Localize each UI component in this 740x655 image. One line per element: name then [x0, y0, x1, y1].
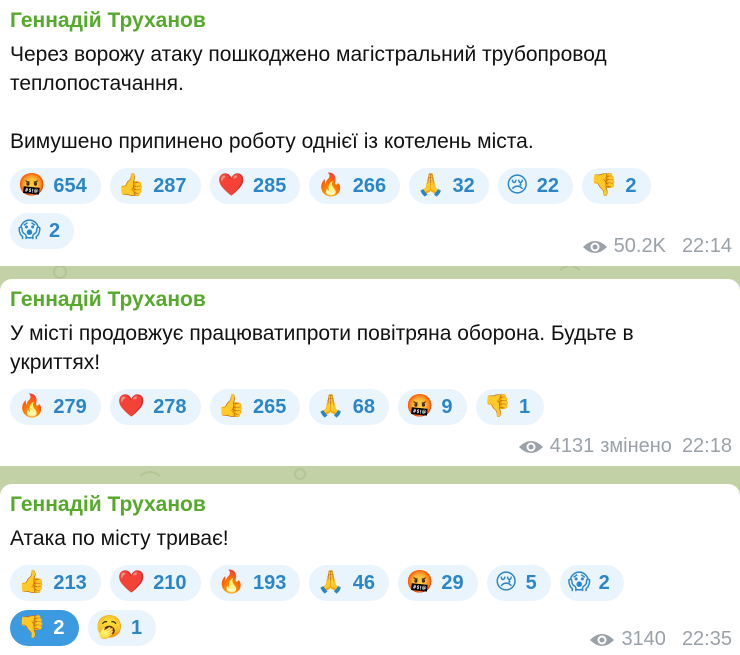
screaming-face-icon: 😱: [567, 570, 591, 595]
edited-label: змінено: [600, 435, 672, 457]
reaction-count: 287: [153, 174, 187, 197]
heart-icon: ❤️: [117, 570, 146, 595]
reaction-yawning-face[interactable]: 🥱 1: [87, 610, 157, 646]
reaction-praying-hands[interactable]: 🙏 46: [309, 565, 389, 601]
praying-hands-icon: 🙏: [417, 173, 445, 198]
message-text: Атака по місту триває!: [10, 527, 229, 550]
reaction-angry-face[interactable]: 🤬 654: [10, 168, 101, 204]
reaction-praying-hands[interactable]: 🙏 32: [409, 168, 489, 204]
message-1: Геннадій Труханов Через ворожу атаку пош…: [0, 0, 740, 266]
views-eye-icon: [582, 240, 607, 253]
message-author[interactable]: Геннадій Труханов: [10, 8, 732, 34]
message-text: Через ворожу атаку пошкоджено магістраль…: [10, 43, 607, 153]
reaction-crying-face[interactable]: 😢 5: [486, 565, 551, 601]
fire-icon: 🔥: [18, 394, 46, 419]
reaction-screaming-face[interactable]: 😱 2: [559, 565, 624, 601]
reaction-praying-hands[interactable]: 🙏 68: [309, 389, 389, 425]
heart-icon: ❤️: [117, 394, 146, 419]
reaction-count: 9: [441, 395, 453, 418]
praying-hands-icon: 🙏: [317, 570, 345, 595]
reaction-heart[interactable]: ❤️ 278: [109, 389, 201, 425]
message-3: Геннадій Труханов Атака по місту триває!…: [0, 484, 740, 655]
reaction-count: 265: [252, 395, 287, 418]
reaction-thumbs-down[interactable]: 👎 1: [475, 389, 545, 425]
reaction-count: 1: [518, 395, 531, 418]
reaction-count: 213: [53, 571, 87, 594]
heart-icon: ❤️: [217, 173, 245, 198]
reaction-count: 210: [153, 571, 187, 594]
yawning-face-icon: 🥱: [95, 615, 123, 640]
reaction-fire[interactable]: 🔥 279: [10, 389, 101, 425]
reaction-count: 68: [352, 395, 375, 418]
reaction-angry-face[interactable]: 🤬 29: [398, 565, 478, 601]
message-meta: 50.2K 22:14: [582, 235, 732, 258]
reaction-thumbs-up[interactable]: 👍 265: [209, 389, 301, 425]
message-meta: 4131 змінено 22:18: [518, 435, 732, 458]
reaction-count: 193: [252, 571, 287, 594]
message-author[interactable]: Геннадій Труханов: [10, 287, 732, 313]
reaction-count: 22: [536, 174, 559, 197]
reaction-heart[interactable]: ❤️ 210: [109, 565, 201, 601]
crying-face-icon: 😢: [494, 570, 518, 595]
thumbs-up-icon: 👍: [18, 570, 46, 595]
reaction-count: 2: [598, 571, 610, 594]
reaction-count: 5: [525, 571, 537, 594]
reaction-crying-face[interactable]: 😢 22: [497, 168, 573, 204]
thumbs-up-icon: 👍: [217, 394, 245, 419]
angry-face-icon: 🤬: [406, 394, 434, 419]
crying-face-icon: 😢: [505, 173, 529, 198]
views-eye-icon: [590, 633, 615, 646]
reaction-count: 2: [53, 616, 65, 639]
reaction-count: 278: [153, 395, 187, 418]
reaction-screaming-face[interactable]: 😱 2: [10, 213, 75, 249]
thumbs-down-icon: 👎: [18, 615, 46, 640]
screaming-face-icon: 😱: [18, 218, 41, 243]
views-count: 50.2K: [613, 235, 666, 257]
views-count: 4131: [549, 435, 595, 457]
reaction-count: 654: [53, 174, 87, 197]
thumbs-up-icon: 👍: [117, 173, 146, 198]
thumbs-down-icon: 👎: [483, 394, 511, 419]
fire-icon: 🔥: [217, 570, 245, 595]
reaction-heart[interactable]: ❤️ 285: [209, 168, 301, 204]
angry-face-icon: 🤬: [406, 570, 434, 595]
fire-icon: 🔥: [317, 173, 345, 198]
views-eye-icon: [518, 440, 543, 453]
message-meta: 3140 22:35: [589, 628, 732, 651]
reaction-angry-face[interactable]: 🤬 9: [398, 389, 467, 425]
reaction-thumbs-down[interactable]: 👎 2: [581, 168, 651, 204]
reaction-thumbs-up[interactable]: 👍 213: [10, 565, 101, 601]
reaction-fire[interactable]: 🔥 266: [309, 168, 401, 204]
reaction-count: 266: [352, 174, 387, 197]
thumbs-down-icon: 👎: [589, 173, 618, 198]
praying-hands-icon: 🙏: [317, 394, 345, 419]
message-time: 22:18: [681, 435, 732, 457]
reaction-thumbs-up[interactable]: 👍 287: [109, 168, 201, 204]
reaction-count: 32: [452, 174, 475, 197]
reaction-count: 46: [352, 571, 375, 594]
reactions-bar: 🔥 279 ❤️ 278 👍 265 🙏 68 🤬 9 👎 1: [10, 389, 700, 425]
views-count: 3140: [621, 628, 666, 650]
reaction-count: 2: [48, 219, 61, 242]
reaction-count: 285: [252, 174, 287, 197]
reaction-count: 2: [625, 174, 637, 197]
message-2: Геннадій Труханов У місті продовжує прац…: [0, 279, 740, 466]
reaction-count: 29: [441, 571, 464, 594]
reaction-count: 279: [53, 395, 87, 418]
message-text: У місті продовжує працюватипроти повітря…: [10, 322, 634, 374]
message-author[interactable]: Геннадій Труханов: [10, 492, 732, 518]
message-time: 22:14: [681, 235, 732, 257]
reaction-count: 1: [130, 616, 143, 639]
message-time: 22:35: [681, 628, 732, 650]
angry-face-icon: 🤬: [18, 173, 46, 198]
reaction-thumbs-down[interactable]: 👎 2: [10, 610, 79, 646]
reaction-fire[interactable]: 🔥 193: [209, 565, 301, 601]
